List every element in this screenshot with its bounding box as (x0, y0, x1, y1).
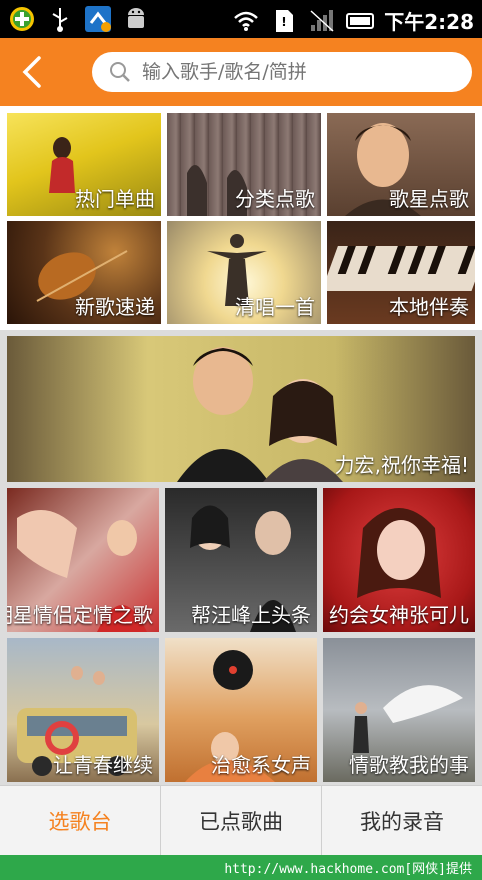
feature-love-songs-taught-me[interactable]: 情歌教我的事 (323, 638, 475, 782)
feature-youth-continues[interactable]: 让青春继续 (7, 638, 159, 782)
search-icon (110, 62, 130, 82)
feature-wangfeng-headline[interactable]: 帮汪峰上头条 (165, 488, 317, 632)
category-acapella[interactable]: 清唱一首 (167, 221, 321, 324)
category-label: 清唱一首 (235, 295, 315, 319)
app-badge-icon (8, 5, 36, 33)
wifi-icon (232, 7, 260, 35)
svg-text:!: ! (282, 15, 287, 29)
watermark-text: http://www.hackhome.com[网侠]提供 (224, 862, 472, 877)
status-bar: ! 下午2:28 (0, 0, 482, 38)
category-hot-singles[interactable]: 热门单曲 (7, 113, 161, 216)
feature-banner-leehom[interactable]: 力宏,祝你幸福! (7, 336, 475, 482)
category-local-accompaniment[interactable]: 本地伴奏 (327, 221, 475, 324)
category-grid: 热门单曲 分类点歌 歌星点歌 新歌速递 清唱一首 本地伴奏 (0, 106, 482, 330)
feature-label: 约会女神张可儿 (329, 603, 469, 627)
usb-icon (46, 5, 74, 33)
feature-celebrity-couples[interactable]: 明星情侣定情之歌 (7, 488, 159, 632)
feature-label: 明星情侣定情之歌 (7, 603, 153, 627)
search-input[interactable] (140, 60, 444, 84)
status-time: 下午2:28 (384, 10, 474, 34)
app-header (0, 38, 482, 106)
feature-goddess-date[interactable]: 约会女神张可儿 (323, 488, 475, 632)
sync-icon (84, 5, 112, 33)
bottom-tab-bar: 选歌台 已点歌曲 我的录音 (0, 785, 482, 856)
chevron-left-icon (22, 56, 41, 88)
feature-label: 治愈系女声 (211, 753, 311, 777)
category-new-songs[interactable]: 新歌速递 (7, 221, 161, 324)
sd-card-icon: ! (270, 7, 298, 35)
category-label: 热门单曲 (75, 187, 155, 211)
featured-section: 力宏,祝你幸福! 明星情侣定情之歌 帮汪峰上头条 约会女神张可儿 让青春继续 治… (0, 330, 482, 785)
feature-label: 让青春继续 (53, 753, 153, 777)
search-box[interactable] (92, 52, 472, 92)
status-bar-system: ! 下午2:28 (232, 6, 474, 35)
tab-my-recordings[interactable]: 我的录音 (322, 786, 482, 856)
back-button[interactable] (18, 56, 46, 88)
battery-icon (346, 7, 375, 35)
tab-song-selection[interactable]: 选歌台 (0, 786, 161, 856)
tab-queued-songs[interactable]: 已点歌曲 (161, 786, 322, 856)
category-label: 新歌速递 (75, 295, 155, 319)
android-icon (122, 5, 150, 33)
category-browse[interactable]: 分类点歌 (167, 113, 321, 216)
status-bar-notifications (8, 5, 150, 33)
feature-label: 帮汪峰上头条 (191, 603, 311, 627)
feature-label: 情歌教我的事 (349, 753, 469, 777)
watermark-footer: http://www.hackhome.com[网侠]提供 (0, 855, 482, 880)
category-label: 本地伴奏 (389, 295, 469, 319)
category-label: 分类点歌 (235, 187, 315, 211)
category-singers[interactable]: 歌星点歌 (327, 113, 475, 216)
feature-label: 力宏,祝你幸福! (334, 453, 469, 477)
feature-healing-vocals[interactable]: 治愈系女声 (165, 638, 317, 782)
category-label: 歌星点歌 (389, 187, 469, 211)
signal-icon (308, 7, 336, 35)
